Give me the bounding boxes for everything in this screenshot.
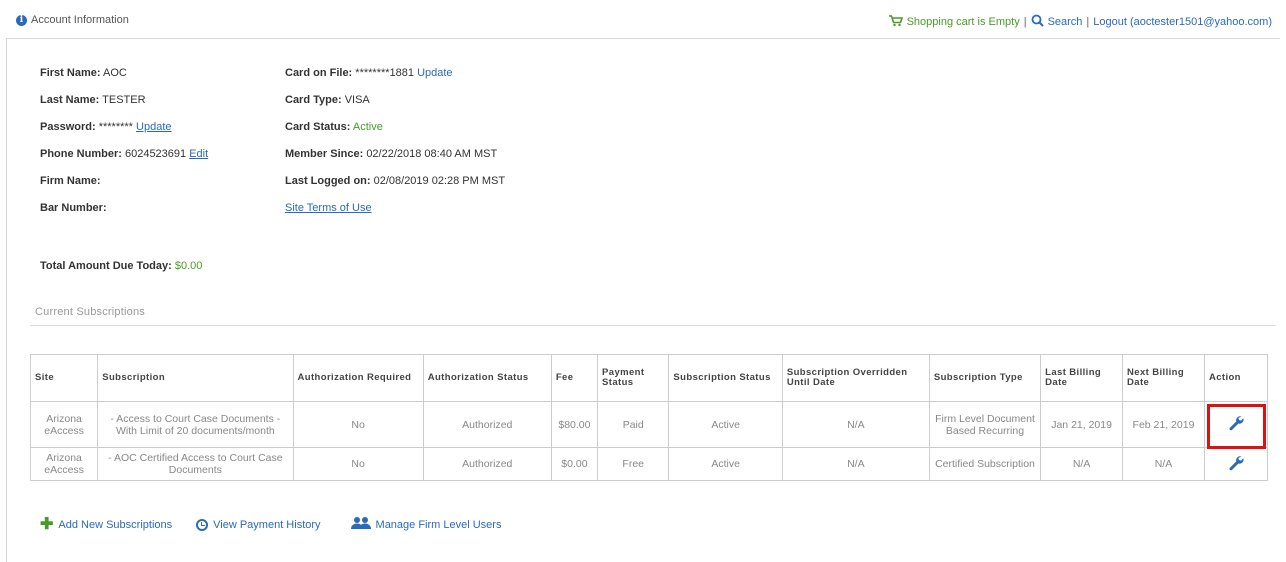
terms-link[interactable]: Site Terms of Use <box>285 202 372 214</box>
table-cell: Active <box>668 447 783 481</box>
section-divider <box>30 325 1276 326</box>
card-update-link[interactable]: Update <box>417 67 452 79</box>
left-border <box>6 38 7 562</box>
header-actions: Shopping cart is Empty | Search | Logout… <box>888 14 1272 30</box>
table-cell: Arizona eAccess <box>29 447 99 481</box>
table-cell: No <box>292 447 424 481</box>
footer-actions: ✚ Add New Subscriptions View Payment His… <box>40 516 501 533</box>
col-header: Action <box>1203 354 1269 402</box>
table-cell: Feb 21, 2019 <box>1122 401 1205 448</box>
col-header: Subscription <box>97 354 294 402</box>
card-row: Card on File: ********1881 Update <box>285 67 453 79</box>
card-status-value: Active <box>352 121 383 133</box>
search-link[interactable]: Search <box>1048 16 1083 28</box>
col-header: Payment Status <box>597 354 670 402</box>
table-cell: Jan 21, 2019 <box>1040 401 1124 448</box>
table-cell: Authorized <box>422 447 552 481</box>
table-cell: Firm Level Document Based Recurring <box>928 401 1042 448</box>
account-info-right: Card on File: ********1881 Update Card T… <box>285 66 505 228</box>
table-cell: N/A <box>1122 447 1205 481</box>
table-cell: N/A <box>781 401 930 448</box>
col-header: Authorization Status <box>422 354 552 402</box>
card-type-row: Card Type: VISA <box>285 94 370 106</box>
member-since-value: 02/22/2018 08:40 AM MST <box>366 148 498 160</box>
first-name-value: AOC <box>102 67 127 79</box>
last-name-row: Last Name: TESTER <box>40 94 146 106</box>
separator: | <box>1086 16 1090 28</box>
wrench-icon[interactable] <box>1228 455 1244 471</box>
password-value: ******** <box>98 121 133 133</box>
col-header: Subscription Type <box>928 354 1042 402</box>
action-cell <box>1203 447 1269 481</box>
table-cell: Arizona eAccess <box>29 401 99 448</box>
table-cell: Free <box>597 447 670 481</box>
first-name-row: First Name: AOC <box>40 67 127 79</box>
last-logged-value: 02/08/2019 02:28 PM MST <box>373 175 506 187</box>
info-icon: i <box>16 14 27 26</box>
table-row: Arizona eAccess - AOC Certified Access t… <box>29 447 1269 481</box>
current-subscriptions-title: Current Subscriptions <box>35 306 145 318</box>
col-header: Site <box>29 354 99 402</box>
action-cell <box>1203 401 1269 448</box>
col-header: Next Billing Date <box>1122 354 1205 402</box>
col-header: Subscription Overridden Until Date <box>781 354 930 402</box>
terms-row: Site Terms of Use <box>285 201 505 228</box>
cart-status[interactable]: Shopping cart is Empty <box>907 16 1020 28</box>
table-cell: N/A <box>1040 447 1124 481</box>
col-header: Subscription Status <box>668 354 783 402</box>
cart-icon[interactable] <box>888 14 903 30</box>
table-cell: $0.00 <box>550 447 599 481</box>
member-since-row: Member Since: 02/22/2018 08:40 AM MST <box>285 148 498 160</box>
manage-firm-users-link[interactable]: Manage Firm Level Users <box>350 516 501 533</box>
table-cell: - AOC Certified Access to Court Case Doc… <box>97 447 294 481</box>
phone-row: Phone Number: 6024523691 Edit <box>40 148 209 160</box>
card-type-value: VISA <box>344 94 370 106</box>
table-row: Arizona eAccess - Access to Court Case D… <box>29 401 1269 448</box>
col-header: Authorization Required <box>292 354 424 402</box>
total-amount-value: $0.00 <box>174 260 203 272</box>
total-amount-due: Total Amount Due Today: $0.00 <box>40 260 203 272</box>
table-cell: $80.00 <box>550 401 599 448</box>
col-header: Fee <box>550 354 599 402</box>
account-info-left: First Name: AOC Last Name: TESTER Passwo… <box>40 66 208 228</box>
table-cell: N/A <box>781 447 930 481</box>
table-cell: Authorized <box>422 401 552 448</box>
last-logged-row: Last Logged on: 02/08/2019 02:28 PM MST <box>285 175 506 187</box>
firm-name-row: Firm Name: <box>40 175 101 187</box>
card-value: ********1881 <box>355 67 415 79</box>
search-icon[interactable] <box>1031 14 1044 30</box>
phone-edit-link[interactable]: Edit <box>189 148 208 160</box>
last-name-value: TESTER <box>102 94 146 106</box>
phone-value: 6024523691 <box>124 148 187 160</box>
clock-icon <box>196 518 209 531</box>
bar-number-row: Bar Number: <box>40 202 107 214</box>
table-header-row: Site Subscription Authorization Required… <box>29 354 1269 402</box>
table-cell: Active <box>668 401 783 448</box>
table-cell: - Access to Court Case Documents - With … <box>97 401 294 448</box>
logout-link[interactable]: Logout (aoctester1501@yahoo.com) <box>1093 16 1272 28</box>
view-payment-history-link[interactable]: View Payment History <box>196 518 321 531</box>
wrench-icon[interactable] <box>1228 415 1244 431</box>
card-status-row: Card Status: Active <box>285 121 383 133</box>
password-row: Password: ******** Update <box>40 121 172 133</box>
separator: | <box>1023 16 1027 28</box>
top-bar: i Account Information Shopping cart is E… <box>6 0 1280 39</box>
table-cell: Certified Subscription <box>928 447 1042 481</box>
add-subscriptions-link[interactable]: ✚ Add New Subscriptions <box>40 515 172 533</box>
subscriptions-table: Site Subscription Authorization Required… <box>29 354 1269 481</box>
table-cell: No <box>292 401 424 448</box>
plus-icon: ✚ <box>40 515 54 533</box>
col-header: Last Billing Date <box>1040 354 1124 402</box>
users-icon <box>350 516 371 533</box>
table-cell: Paid <box>597 401 670 448</box>
password-update-link[interactable]: Update <box>136 121 171 133</box>
page-title: i Account Information <box>16 14 129 26</box>
